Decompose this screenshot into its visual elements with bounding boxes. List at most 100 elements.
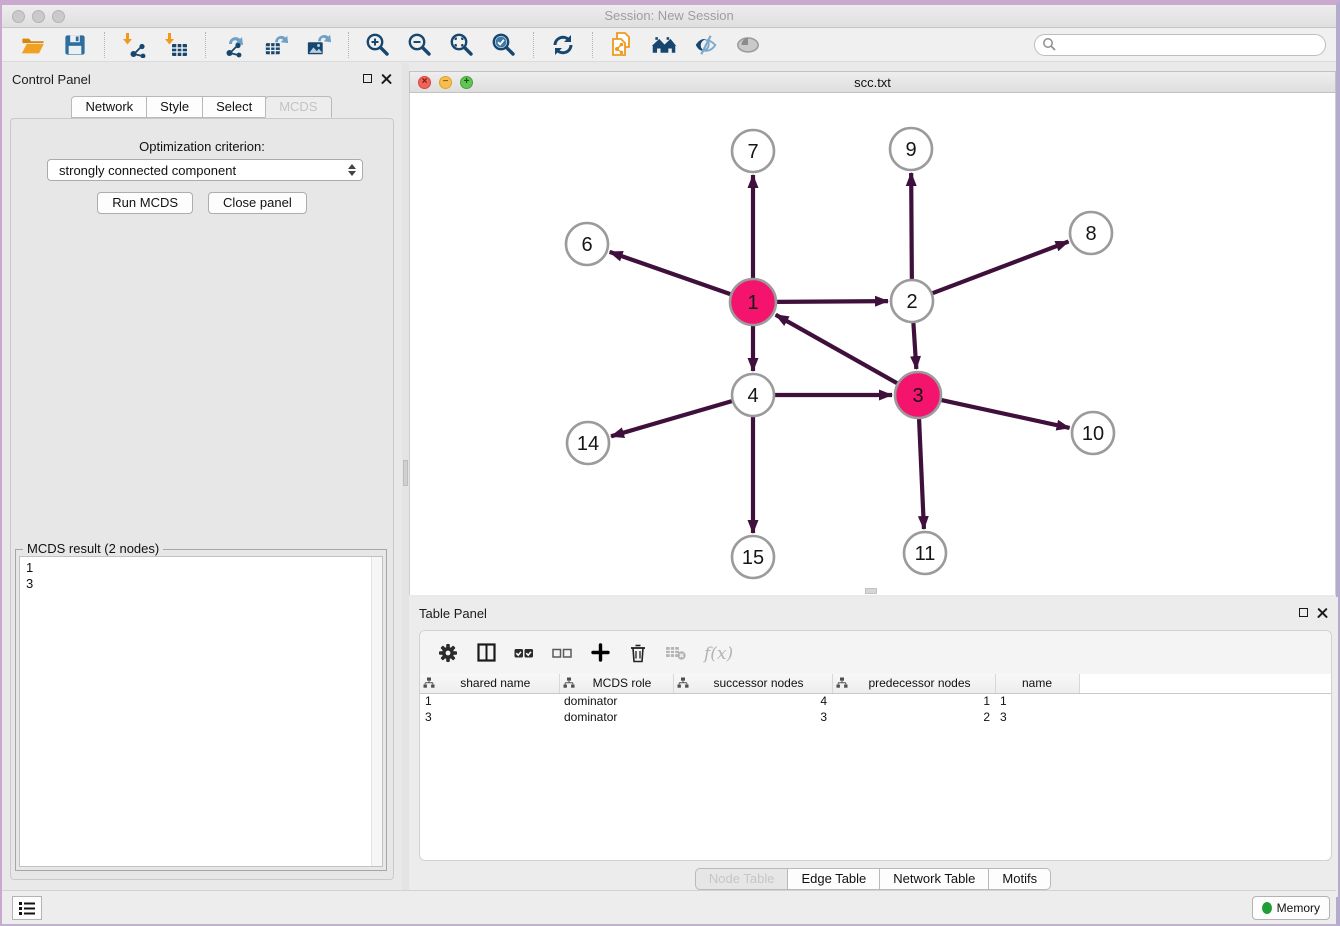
vertical-splitter[interactable]: [402, 63, 409, 890]
result-scrollbar[interactable]: [371, 557, 382, 866]
tab-network-table[interactable]: Network Table: [879, 868, 989, 890]
tab-mcds[interactable]: MCDS: [265, 96, 331, 118]
graph-edge[interactable]: [919, 419, 924, 529]
graph-node-label: 1: [747, 292, 758, 314]
float-panel-icon[interactable]: [363, 74, 372, 83]
graph-edge[interactable]: [777, 301, 888, 302]
home-layout-icon[interactable]: [651, 32, 677, 58]
app-titlebar: Session: New Session: [2, 5, 1336, 28]
column-header-mcds-role[interactable]: MCDS role: [559, 674, 673, 693]
graph-node[interactable]: 4: [732, 374, 774, 416]
column-header-name[interactable]: name: [995, 674, 1079, 693]
settings-gear-icon[interactable]: [434, 639, 462, 667]
tab-node-table[interactable]: Node Table: [695, 868, 789, 890]
add-column-icon[interactable]: [586, 639, 614, 667]
memory-button[interactable]: Memory: [1252, 896, 1330, 920]
list-icon: [18, 901, 36, 916]
import-table-icon[interactable]: [163, 32, 189, 58]
select-all-columns-icon[interactable]: [510, 639, 538, 667]
cell-mcds-role[interactable]: dominator: [559, 709, 673, 725]
run-mcds-button[interactable]: Run MCDS: [97, 192, 193, 214]
graph-node-label: 7: [747, 141, 758, 163]
tab-motifs[interactable]: Motifs: [988, 868, 1051, 890]
tab-style[interactable]: Style: [146, 96, 203, 118]
graph-edge[interactable]: [941, 400, 1069, 428]
network-graph[interactable]: 7 9 6 8 1 2 4 3 14 10 15 11: [410, 93, 1337, 595]
cell-name[interactable]: 1: [995, 693, 1079, 709]
column-header-predecessor-nodes[interactable]: predecessor nodes: [832, 674, 995, 693]
graph-edge[interactable]: [611, 401, 732, 436]
mcds-result-text[interactable]: 1 3: [19, 556, 383, 867]
tab-edge-table[interactable]: Edge Table: [787, 868, 880, 890]
status-bar: Memory: [2, 890, 1336, 924]
close-table-panel-icon[interactable]: [1317, 607, 1328, 618]
table-row[interactable]: 3 dominator 3 2 3: [420, 709, 1331, 725]
graph-edge[interactable]: [776, 315, 897, 383]
graph-node[interactable]: 11: [904, 532, 946, 574]
save-session-icon[interactable]: [62, 32, 88, 58]
graph-edge[interactable]: [913, 323, 916, 369]
network-window-titlebar[interactable]: × − + scc.txt: [409, 71, 1336, 93]
open-session-icon[interactable]: [20, 32, 46, 58]
graph-edge[interactable]: [911, 173, 912, 279]
close-panel-icon[interactable]: [381, 73, 392, 84]
canvas-resize-grip[interactable]: [865, 588, 877, 594]
zoom-selected-icon[interactable]: [491, 32, 517, 58]
graph-node-label: 14: [577, 433, 599, 455]
graph-edge[interactable]: [933, 242, 1069, 294]
zoom-out-icon[interactable]: [407, 32, 433, 58]
graph-node[interactable]: 1: [730, 279, 776, 325]
cell-shared-name[interactable]: 3: [420, 709, 559, 725]
unselect-all-columns-icon[interactable]: [548, 639, 576, 667]
graph-node[interactable]: 3: [895, 372, 941, 418]
graph-node[interactable]: 14: [567, 422, 609, 464]
tab-select[interactable]: Select: [202, 96, 266, 118]
export-network-icon[interactable]: [222, 32, 248, 58]
node-table-card: f(x) shared name MCDS role successor nod…: [419, 630, 1332, 861]
tab-network[interactable]: Network: [71, 96, 147, 118]
cell-predecessor-nodes[interactable]: 1: [832, 693, 995, 709]
criterion-dropdown[interactable]: strongly connected component: [47, 159, 363, 181]
splitter-grip[interactable]: [403, 460, 408, 486]
zoom-fit-icon[interactable]: [449, 32, 475, 58]
column-header-successor-nodes[interactable]: successor nodes: [673, 674, 832, 693]
search-box[interactable]: [1034, 34, 1326, 56]
graph-node[interactable]: 10: [1072, 412, 1114, 454]
graph-node[interactable]: 6: [566, 223, 608, 265]
column-header-shared-name[interactable]: shared name: [420, 674, 559, 693]
control-panel: Control Panel Network Style Select MCDS …: [2, 63, 402, 890]
cell-predecessor-nodes[interactable]: 2: [832, 709, 995, 725]
node-table: shared name MCDS role successor nodes pr…: [420, 674, 1331, 725]
delete-column-icon[interactable]: [624, 639, 652, 667]
optimization-criterion-label: Optimization criterion:: [11, 139, 393, 154]
task-history-button[interactable]: [12, 896, 42, 920]
mcds-result-box: MCDS result (2 nodes) 1 3: [15, 549, 387, 871]
close-panel-button[interactable]: Close panel: [208, 192, 307, 214]
graph-edge[interactable]: [610, 252, 731, 294]
cell-mcds-role[interactable]: dominator: [559, 693, 673, 709]
graph-node[interactable]: 7: [732, 130, 774, 172]
cell-shared-name[interactable]: 1: [420, 693, 559, 709]
graph-node[interactable]: 9: [890, 128, 932, 170]
float-table-panel-icon[interactable]: [1299, 608, 1308, 617]
table-row[interactable]: 1 dominator 4 1 1: [420, 693, 1331, 709]
export-table-icon[interactable]: [264, 32, 290, 58]
refresh-view-icon[interactable]: [550, 32, 576, 58]
show-graphics-details-icon[interactable]: [735, 32, 761, 58]
clone-network-icon[interactable]: [609, 32, 635, 58]
show-columns-icon[interactable]: [472, 639, 500, 667]
cell-successor-nodes[interactable]: 3: [673, 709, 832, 725]
import-network-icon[interactable]: [121, 32, 147, 58]
style-visibility-icon[interactable]: [693, 32, 719, 58]
graph-node[interactable]: 2: [891, 280, 933, 322]
zoom-in-icon[interactable]: [365, 32, 391, 58]
graph-node[interactable]: 8: [1070, 212, 1112, 254]
cell-successor-nodes[interactable]: 4: [673, 693, 832, 709]
cell-filler: [1079, 709, 1331, 725]
network-canvas[interactable]: 7 9 6 8 1 2 4 3 14 10 15 11: [409, 93, 1336, 595]
graph-node[interactable]: 15: [732, 536, 774, 578]
cell-name[interactable]: 3: [995, 709, 1079, 725]
search-input[interactable]: [1057, 36, 1325, 54]
table-panel-title: Table Panel: [419, 606, 487, 621]
export-image-icon[interactable]: [306, 32, 332, 58]
